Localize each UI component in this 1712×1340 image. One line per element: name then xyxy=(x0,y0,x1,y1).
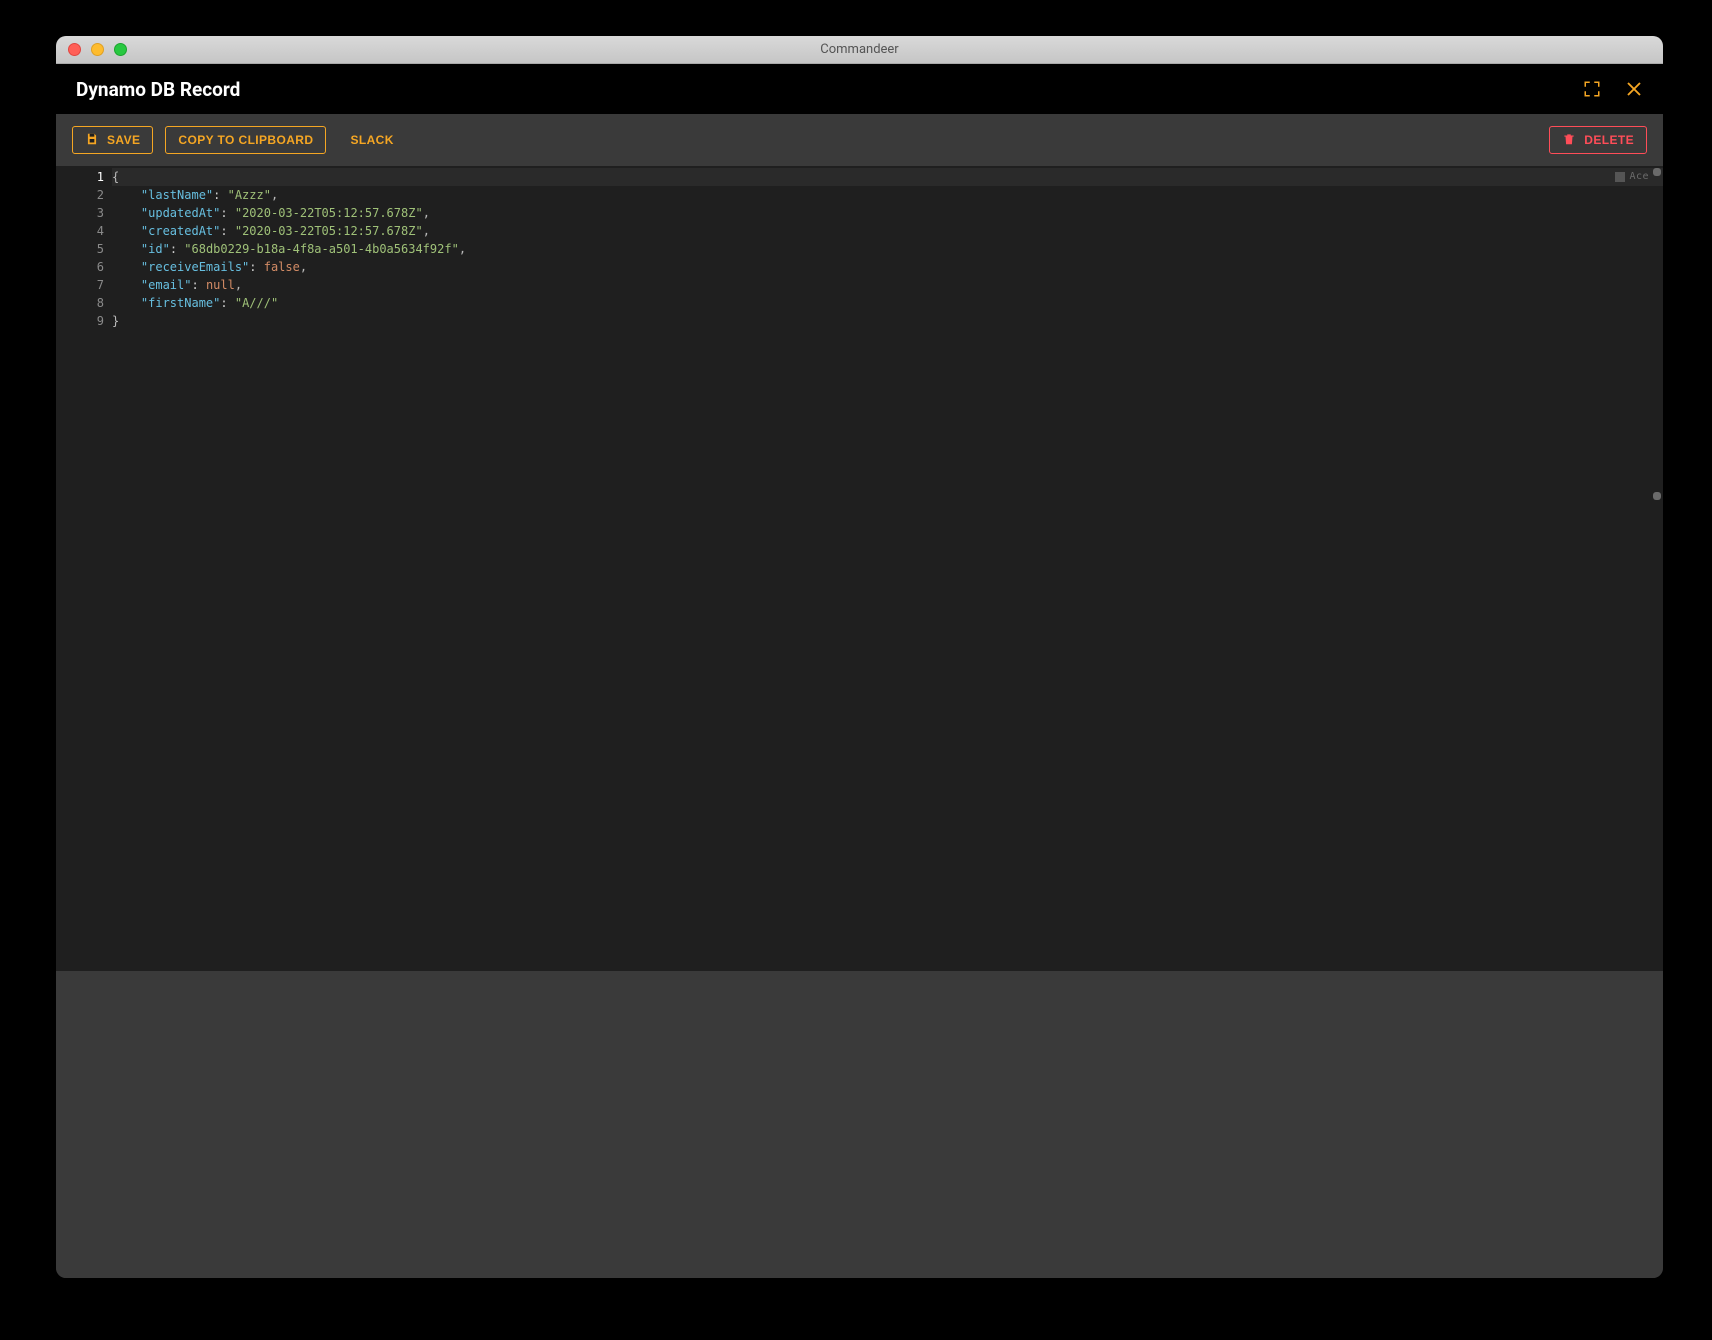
header-actions xyxy=(1583,80,1643,98)
app-window: Commandeer Dynamo DB Record SAVE COPY TO… xyxy=(56,36,1663,1278)
app-header: Dynamo DB Record xyxy=(56,64,1663,114)
editor-gutter: 123456789 xyxy=(56,166,112,971)
page-title: Dynamo DB Record xyxy=(76,78,240,101)
line-number: 8 xyxy=(56,294,104,312)
scroll-thumb-top[interactable] xyxy=(1653,168,1661,176)
line-number: 7 xyxy=(56,276,104,294)
code-line[interactable]: "id": "68db0229-b18a-4f8a-a501-4b0a5634f… xyxy=(112,240,1663,258)
delete-button-label: DELETE xyxy=(1584,133,1634,147)
code-line[interactable]: "email": null, xyxy=(112,276,1663,294)
editor-wrap: 123456789 { "lastName": "Azzz", "updated… xyxy=(56,166,1663,1278)
code-line[interactable]: } xyxy=(112,312,1663,330)
slack-button-label: SLACK xyxy=(350,133,393,147)
line-number: 1 xyxy=(56,168,104,186)
scroll-thumb-bottom[interactable] xyxy=(1653,492,1661,500)
line-number: 3 xyxy=(56,204,104,222)
editor-badge: Ace xyxy=(1615,168,1649,186)
close-icon[interactable] xyxy=(1625,80,1643,98)
copy-to-clipboard-button[interactable]: COPY TO CLIPBOARD xyxy=(165,126,326,154)
editor-scrollbar[interactable] xyxy=(1652,167,1662,971)
toolbar: SAVE COPY TO CLIPBOARD SLACK DELETE xyxy=(56,114,1663,166)
code-line[interactable]: "lastName": "Azzz", xyxy=(112,186,1663,204)
titlebar: Commandeer xyxy=(56,36,1663,64)
save-icon xyxy=(85,132,99,149)
code-line[interactable]: "receiveEmails": false, xyxy=(112,258,1663,276)
code-line[interactable]: "createdAt": "2020-03-22T05:12:57.678Z", xyxy=(112,222,1663,240)
line-number: 9 xyxy=(56,312,104,330)
code-editor[interactable]: 123456789 { "lastName": "Azzz", "updated… xyxy=(56,166,1663,971)
line-number: 2 xyxy=(56,186,104,204)
code-line[interactable]: "firstName": "A///" xyxy=(112,294,1663,312)
expand-icon[interactable] xyxy=(1583,80,1601,98)
line-number: 4 xyxy=(56,222,104,240)
copy-button-label: COPY TO CLIPBOARD xyxy=(178,133,313,147)
save-button[interactable]: SAVE xyxy=(72,126,153,154)
line-number: 5 xyxy=(56,240,104,258)
editor-badge-label: Ace xyxy=(1629,168,1649,186)
window-title: Commandeer xyxy=(56,42,1663,57)
line-number: 6 xyxy=(56,258,104,276)
editor-badge-icon xyxy=(1615,172,1625,182)
save-button-label: SAVE xyxy=(107,133,140,147)
slack-button[interactable]: SLACK xyxy=(338,126,405,154)
delete-button[interactable]: DELETE xyxy=(1549,126,1647,154)
code-line[interactable]: { xyxy=(112,168,1663,186)
trash-icon xyxy=(1562,132,1576,149)
bottom-panel xyxy=(56,971,1663,1278)
code-line[interactable]: "updatedAt": "2020-03-22T05:12:57.678Z", xyxy=(112,204,1663,222)
editor-content[interactable]: { "lastName": "Azzz", "updatedAt": "2020… xyxy=(112,166,1663,971)
